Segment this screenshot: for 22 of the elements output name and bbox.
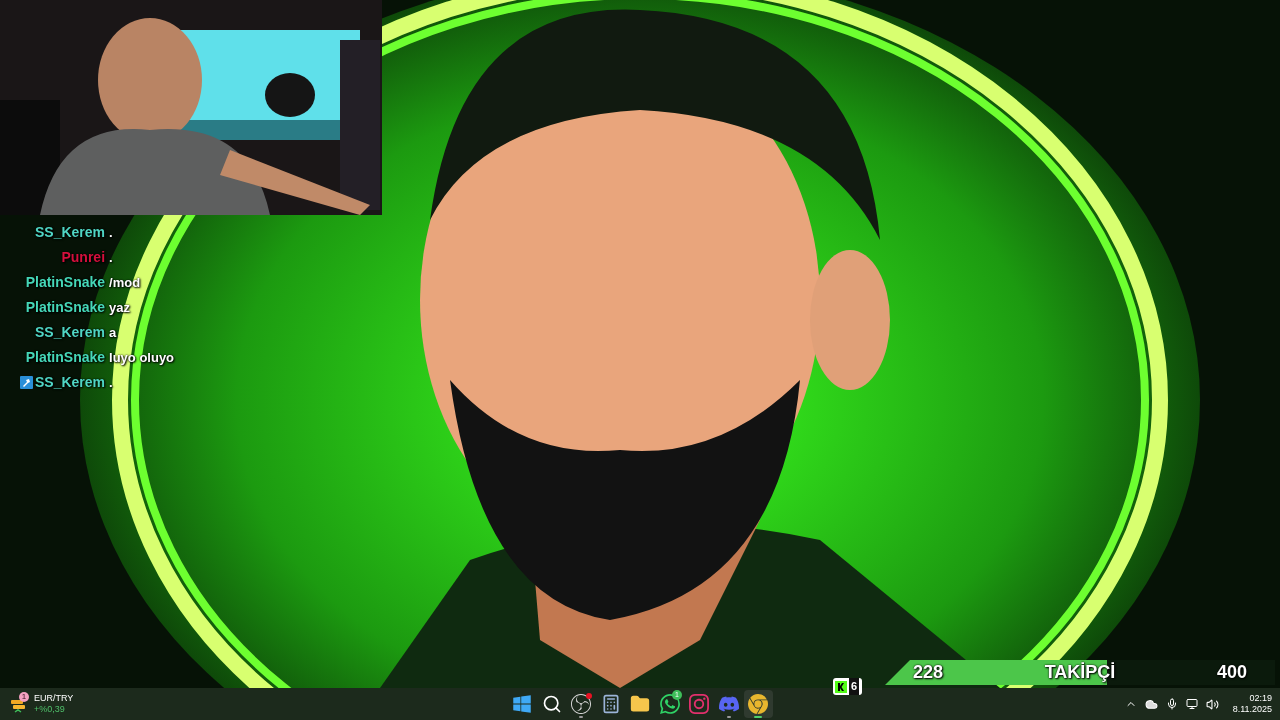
clock-time: 02:19 [1249, 693, 1272, 704]
browser-icon [748, 694, 769, 714]
display-icon[interactable] [1185, 698, 1198, 710]
microphone-icon[interactable] [1165, 698, 1178, 710]
running-indicator [754, 716, 763, 718]
cloud-icon[interactable] [1144, 697, 1158, 711]
volume-icon[interactable] [1205, 697, 1219, 711]
currency-change: +%0,39 [34, 704, 66, 715]
clock-date: 8.11.2025 [1232, 704, 1272, 715]
notification-count: 1 [19, 692, 29, 702]
search-icon [541, 694, 562, 714]
coins-icon [10, 697, 26, 713]
chat-bubble-icon [659, 694, 680, 714]
running-indicator [726, 716, 731, 718]
currency-widget[interactable]: 1 EUR/TRY +%0,39 [10, 688, 74, 720]
start-icon [512, 694, 533, 714]
taskbar-app[interactable] [744, 690, 773, 718]
currency-pair: EUR/TRY [34, 693, 74, 704]
game-controller-icon [718, 694, 739, 714]
folder-icon [630, 694, 651, 714]
running-indicator [579, 716, 584, 718]
camera-icon [689, 694, 710, 714]
